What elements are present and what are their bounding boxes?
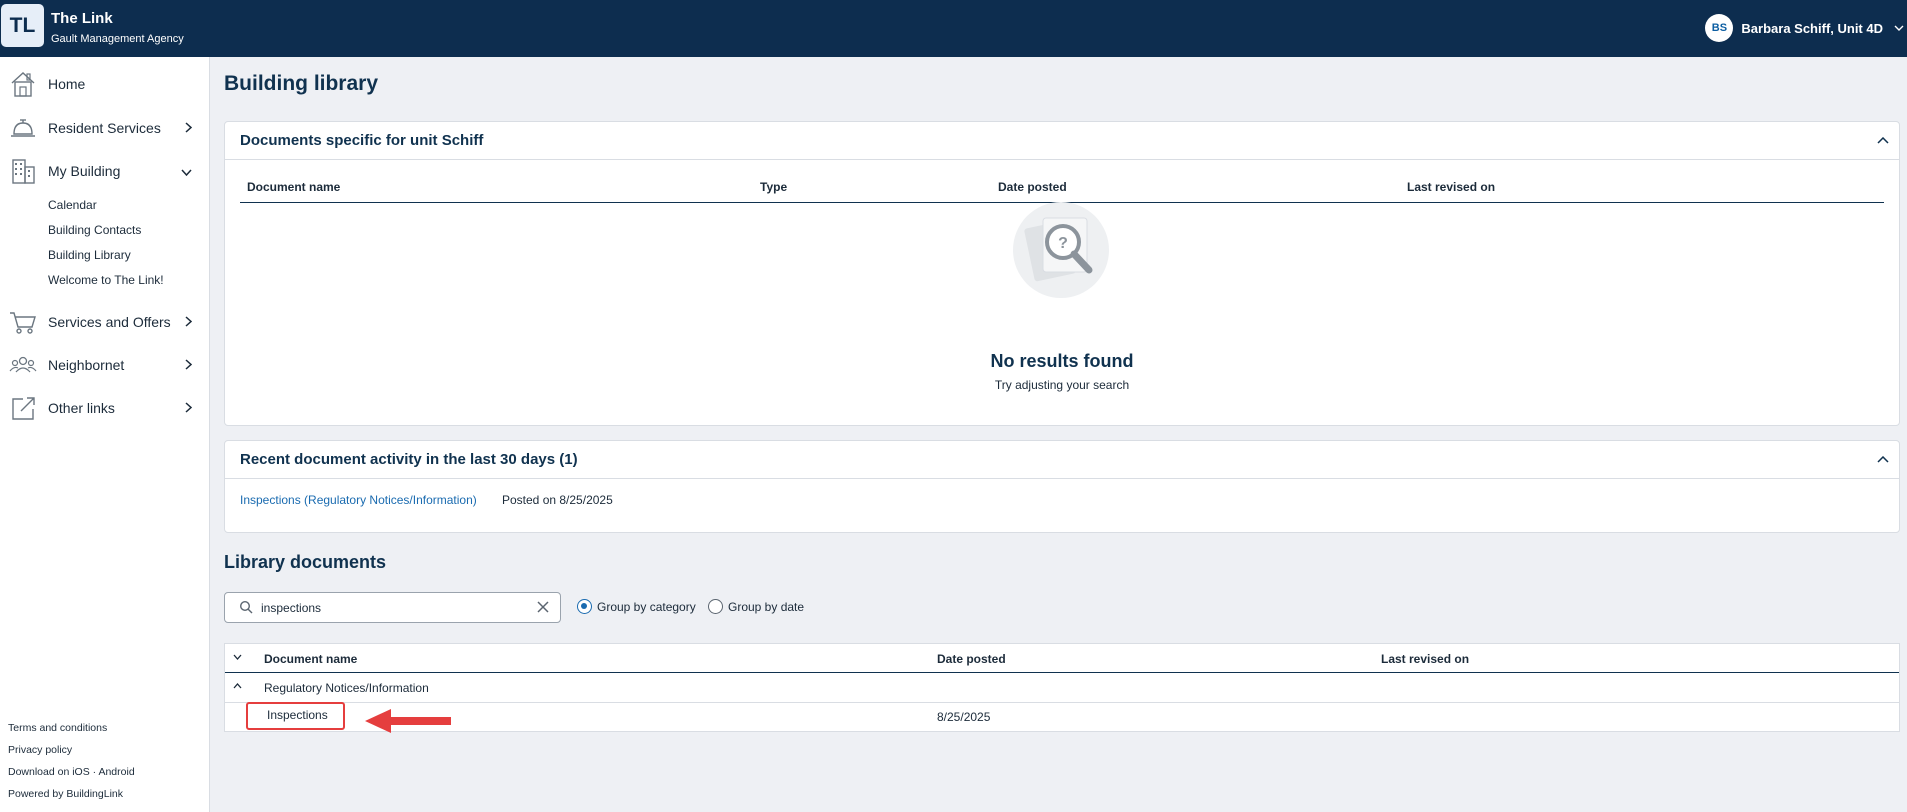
sidebar-item-home[interactable]: Home [0,69,210,99]
sidebar-item-label: Services and Offers [48,314,171,330]
category-row[interactable]: Regulatory Notices/Information [225,674,1899,703]
recent-activity-card: Recent document activity in the last 30 … [224,440,1900,533]
sidebar-item-label: Resident Services [48,120,161,136]
card-header: Documents specific for unit Schiff [225,122,1899,160]
top-bar: TL The Link Gault Management Agency BS B… [0,0,1907,57]
user-name: Barbara Schiff, Unit 4D [1741,20,1883,36]
column-header-last-revised[interactable]: Last revised on [1381,652,1469,666]
recent-activity-date: Posted on 8/25/2025 [502,493,613,507]
table-row: 8/25/2025 [225,703,1899,732]
sidebar-item-neighbornet[interactable]: Neighbornet [0,350,210,380]
sidebar-subitem-welcome[interactable]: Welcome to The Link! [48,273,164,287]
column-header-document-name[interactable]: Document name [264,652,357,666]
document-link-inspections[interactable]: Inspections [267,708,328,722]
download-app-link[interactable]: Download on iOS · Android [8,766,135,778]
sidebar-subitem-building-contacts[interactable]: Building Contacts [48,223,141,237]
terms-link[interactable]: Terms and conditions [8,722,107,734]
people-icon [8,350,38,380]
card-title: Documents specific for unit Schiff [240,132,484,149]
empty-state-subtitle: Try adjusting your search [994,378,1130,392]
column-header-date-posted[interactable]: Date posted [998,180,1067,194]
chevron-down-icon[interactable] [233,652,242,663]
table-header-row: Document name Date posted Last revised o… [225,644,1899,673]
search-input[interactable] [261,598,521,618]
chevron-down-icon [1891,22,1907,34]
chevron-right-icon [185,315,193,330]
chevron-up-icon[interactable] [1877,132,1889,147]
group-by-date-radio[interactable]: Group by date [708,599,804,614]
unit-documents-card: Documents specific for unit Schiff Docum… [224,121,1900,426]
chevron-right-icon [185,358,193,373]
card-header: Recent document activity in the last 30 … [225,441,1899,479]
app-title: The Link [51,10,113,27]
cart-icon [8,307,38,337]
user-menu[interactable]: BS Barbara Schiff, Unit 4D [1705,14,1907,42]
sidebar-item-services-offers[interactable]: Services and Offers [0,307,210,337]
sidebar: Home Resident Services My Building Calen… [0,57,210,812]
column-header-type[interactable]: Type [760,180,787,194]
sidebar-item-resident-services[interactable]: Resident Services [0,113,210,143]
radio-selected-icon [577,599,592,614]
svg-text:?: ? [1058,235,1068,252]
chevron-up-icon[interactable] [1877,451,1889,466]
privacy-link[interactable]: Privacy policy [8,744,72,756]
column-header-date-posted[interactable]: Date posted [937,652,1006,666]
chevron-right-icon [185,401,193,416]
sidebar-item-other-links[interactable]: Other links [0,393,210,423]
radio-unselected-icon [708,599,723,614]
chevron-up-icon[interactable] [233,681,242,692]
column-header-document-name[interactable]: Document name [247,180,340,194]
building-icon [8,156,38,186]
sidebar-item-label: Home [48,76,86,92]
category-label: Regulatory Notices/Information [264,681,429,695]
chevron-down-icon [181,164,192,179]
chevron-right-icon [185,121,193,136]
sidebar-subitem-building-library[interactable]: Building Library [48,248,131,262]
radio-label: Group by category [597,599,696,614]
arrow-left-icon [365,709,451,733]
library-search [224,592,561,623]
group-by-category-radio[interactable]: Group by category [577,599,696,614]
radio-label: Group by date [728,599,805,614]
sidebar-item-label: My Building [48,163,121,179]
card-title: Recent document activity in the last 30 … [240,451,578,468]
external-link-icon [8,393,38,423]
empty-state-title: No results found [990,351,1134,371]
bell-icon [8,113,38,143]
page-title: Building library [224,72,379,95]
sidebar-item-my-building[interactable]: My Building [0,156,210,186]
sidebar-item-label: Other links [48,400,115,416]
app-logo[interactable]: TL [1,4,44,47]
recent-activity-link[interactable]: Inspections (Regulatory Notices/Informat… [240,493,477,507]
date-posted-cell: 8/25/2025 [937,710,991,724]
home-icon [8,69,38,99]
app-subtitle: Gault Management Agency [51,33,184,45]
sidebar-item-label: Neighbornet [48,357,125,373]
close-icon[interactable] [536,600,550,614]
no-results-icon: ? [1011,200,1111,300]
search-icon [239,600,253,614]
library-table: Document name Date posted Last revised o… [224,643,1900,732]
library-section-title: Library documents [224,552,387,572]
column-header-last-revised[interactable]: Last revised on [1407,180,1495,194]
avatar: BS [1705,14,1734,42]
sidebar-subitem-calendar[interactable]: Calendar [48,198,97,212]
powered-by-link[interactable]: Powered by BuildingLink [8,788,123,800]
